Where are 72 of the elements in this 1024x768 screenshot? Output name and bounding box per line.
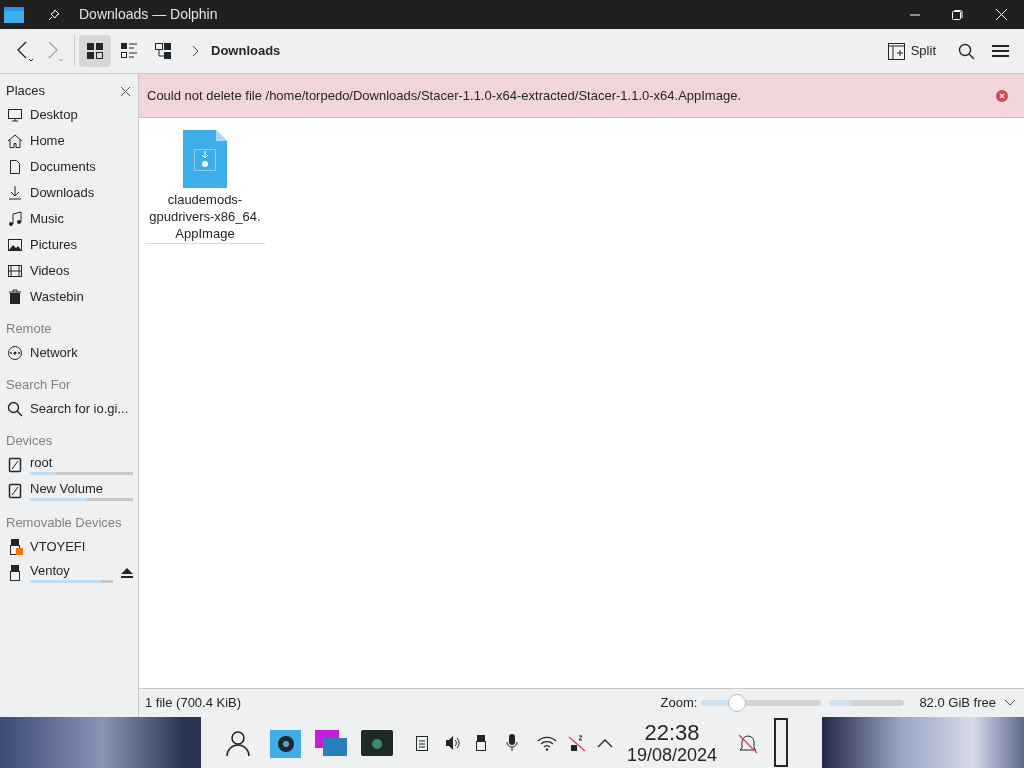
monitor-icon — [7, 107, 23, 123]
section-heading: Removable Devices — [6, 514, 122, 533]
place-label[interactable]: Wastebin — [30, 289, 133, 305]
clipboard-icon[interactable] — [416, 734, 428, 751]
eject-icon[interactable] — [121, 568, 133, 578]
section-heading: Search For — [6, 376, 71, 395]
place-label[interactable]: Documents — [30, 159, 133, 175]
view-mode-icon — [120, 42, 138, 60]
section-heading: Places — [6, 82, 46, 101]
chevron-right-icon — [191, 45, 199, 57]
place-label[interactable]: VTOYEFI — [30, 539, 133, 555]
sleep-lock-icon[interactable] — [568, 733, 586, 752]
close-icon — [996, 89, 1008, 102]
slider-handle[interactable] — [728, 694, 747, 712]
place-label[interactable]: Home — [30, 133, 133, 149]
close-button[interactable] — [121, 86, 130, 96]
chevron-up-icon[interactable] — [597, 737, 613, 748]
menu-icon — [991, 44, 1009, 58]
place-label[interactable]: Ventoy — [30, 563, 113, 579]
split-view-icon — [887, 42, 905, 60]
place-label[interactable]: Search for io.gi... — [30, 401, 133, 417]
user-icon[interactable] — [226, 729, 250, 756]
place-label[interactable]: Music — [30, 211, 133, 227]
network-icon — [7, 345, 23, 361]
place-label[interactable]: root — [30, 455, 133, 471]
pin-icon[interactable] — [48, 8, 60, 21]
section-heading: Remote — [6, 320, 52, 339]
place-label[interactable]: Downloads — [30, 185, 133, 201]
document-icon — [7, 159, 23, 175]
free-space-text: 82.0 GiB free — [919, 694, 996, 713]
close-icon — [121, 86, 130, 96]
place-label[interactable]: New Volume — [30, 481, 133, 497]
clock[interactable]: 22:38 19/08/2024 — [627, 721, 718, 764]
close-icon — [995, 9, 1007, 20]
place-label[interactable]: Desktop — [30, 107, 133, 123]
folder-icon — [4, 5, 24, 24]
breadcrumb-item[interactable]: Downloads — [211, 41, 281, 61]
chevron-down-icon — [1004, 699, 1016, 707]
home-icon — [7, 133, 23, 149]
close-button[interactable] — [996, 89, 1008, 102]
desktop-button[interactable] — [774, 718, 789, 767]
error-message: Could not delete file /home/torpedo/Downloads/Stacer-1.1.0-x64-extracted/Stacer-1.1.0-x64.AppImage. — [147, 86, 742, 105]
section-heading: Devices — [6, 432, 53, 451]
zoom-slider[interactable] — [701, 694, 822, 712]
download-icon — [7, 185, 23, 201]
view-mode-icon — [154, 42, 172, 60]
zoom-label: Zoom: — [660, 694, 698, 713]
drive-icon — [7, 483, 23, 499]
picture-icon — [7, 237, 23, 253]
drive-icon — [7, 457, 23, 473]
trash-icon — [7, 289, 23, 305]
place-label[interactable]: Pictures — [30, 237, 133, 253]
music-icon — [7, 211, 23, 227]
place-label[interactable]: Network — [30, 345, 133, 361]
place-label[interactable]: Videos — [30, 263, 133, 279]
view-mode-icon — [86, 42, 104, 60]
microphone-icon[interactable] — [505, 733, 521, 752]
speaker-icon[interactable] — [445, 734, 461, 751]
icons-view-button[interactable] — [79, 35, 111, 67]
status-text: 1 file (700.4 KiB) — [145, 694, 242, 713]
file-name[interactable]: claudemods- gpudrivers-x86_64. AppImage — [149, 191, 261, 242]
split-button[interactable]: Split — [883, 35, 940, 67]
search-icon — [7, 401, 23, 417]
windows-icon[interactable] — [315, 729, 347, 756]
window-title: Downloads — Dolphin — [79, 5, 218, 24]
usb-drive-icon — [7, 565, 23, 581]
film-icon — [7, 263, 23, 279]
search-icon — [957, 42, 975, 60]
wifi-icon[interactable] — [537, 734, 557, 751]
restore-icon — [951, 9, 963, 20]
usb-drive-icon — [7, 539, 23, 555]
usb-drive-icon[interactable] — [476, 734, 486, 751]
